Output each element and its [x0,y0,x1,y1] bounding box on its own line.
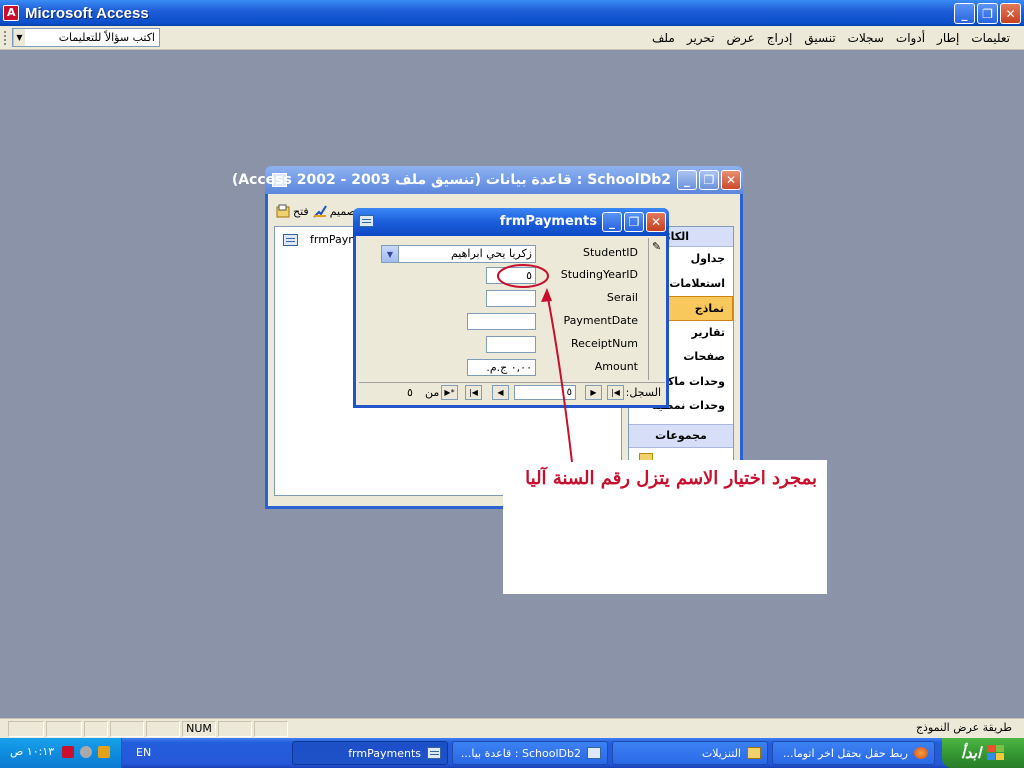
menu-window[interactable]: إطار [931,31,965,45]
start-button[interactable]: ابدأ [942,738,1024,768]
form-window: frmPayments _ ❐ ✕ ✎ StudentID ▼ زكريا يح… [353,208,669,408]
amount-field[interactable]: ٠,٠٠ ج.م.‏ [467,359,536,376]
paymentdate-field[interactable] [467,313,536,330]
status-cell [254,721,288,737]
ask-question-box[interactable]: ▼ اكتب سؤالاً للتعليمات [12,28,160,47]
chevron-down-icon[interactable]: ▼ [382,246,399,262]
menu-view[interactable]: عرض [721,31,761,45]
status-cell [46,721,82,737]
receiptnum-label: ReceiptNum [571,337,638,350]
status-cell [84,721,108,737]
record-label: السجل: [625,386,661,399]
serail-label: Serail [606,291,638,304]
minimize-button[interactable]: _ [954,3,975,24]
pencil-icon: ✎ [652,240,662,253]
menu-insert[interactable]: إدراج [761,31,799,45]
record-count: ٥ [407,386,413,399]
taskbar-item-label: التنزيلات [701,746,741,760]
num-lock-indicator: NUM [182,721,216,737]
record-of-label: من [425,386,440,399]
taskbar-item-frmpayments[interactable]: frmPayments [292,741,448,765]
status-cell [110,721,144,737]
form-icon [427,747,441,759]
amount-label: Amount [594,360,638,373]
database-window-title: SchoolDb2 : قاعدة بيانات (تنسيق ملف Acce… [231,172,671,188]
menu-bar: ▼ اكتب سؤالاً للتعليمات ملف تحرير عرض إد… [0,26,1024,50]
menu-file[interactable]: ملف [646,31,681,45]
tray-app-icon[interactable] [98,746,110,758]
db-maximize-button[interactable]: ❐ [699,170,719,190]
previous-record-button[interactable]: ▶ [585,385,602,400]
firefox-icon [914,747,928,759]
folder-icon [747,747,761,759]
open-button[interactable]: فتح [276,204,309,218]
record-navigation-bar: السجل: |◀ ▶ ٥ ◀ |◀ ▶* من ٥ [359,382,665,402]
next-record-button[interactable]: ◀ [492,385,509,400]
taskbar: ابدأ ربط حقل بحقل اخر اتوما... التنزيلات… [0,738,1024,768]
menu-records[interactable]: سجلات [842,31,890,45]
menu-help[interactable]: تعليمات [965,31,1016,45]
status-text: طريقة عرض النموذج [915,721,1012,734]
studingyearid-field[interactable]: ٥ [486,267,536,284]
groups-header[interactable]: مجموعات [629,424,733,448]
form-close-button[interactable]: ✕ [646,212,666,232]
clock[interactable]: ١٠:١٣ ص [10,745,54,758]
database-window-title-bar[interactable]: SchoolDb2 : قاعدة بيانات (تنسيق ملف Acce… [232,166,743,194]
shield-icon[interactable] [62,746,74,758]
receiptnum-field[interactable] [486,336,536,353]
status-cell [218,721,252,737]
menu-edit[interactable]: تحرير [681,31,721,45]
ask-question-input[interactable]: اكتب سؤالاً للتعليمات [25,31,159,44]
callout-text: بمجرد اختيار الاسم يتزل رقم السنة آليا [525,468,817,489]
taskbar-item-label: ربط حقل بحقل اخر اتوما... [782,746,908,760]
annotation-callout: بمجرد اختيار الاسم يتزل رقم السنة آليا [503,460,827,594]
taskbar-item-firefox[interactable]: ربط حقل بحقل اخر اتوما... [772,741,935,765]
db-minimize-button[interactable]: _ [677,170,697,190]
app-title-bar[interactable]: Microsoft Access _ ❐ ✕ [0,0,1024,26]
menu-format[interactable]: تنسيق [798,31,841,45]
windows-logo-icon [987,745,1005,761]
taskbar-item-downloads[interactable]: التنزيلات [612,741,768,765]
form-icon [359,215,374,227]
start-label: ابدأ [960,744,982,762]
studingyearid-label: StudingYearID [560,268,638,281]
database-icon [587,747,601,759]
system-tray: ١٠:١٣ ص [0,738,122,768]
current-record-input[interactable]: ٥ [514,385,576,400]
close-button[interactable]: ✕ [1000,3,1021,24]
status-cell [8,721,44,737]
taskbar-item-label: frmPayments [348,746,421,760]
design-icon [312,205,327,218]
restore-button[interactable]: ❐ [977,3,998,24]
form-icon [283,233,298,246]
database-toolbar: فتح تصميم [276,202,359,220]
form-maximize-button[interactable]: ❐ [624,212,644,232]
status-cell [146,721,180,737]
taskbar-item-database[interactable]: SchoolDb2 : قاعدة بيا... [452,741,608,765]
menu-tools[interactable]: أدوات [890,31,931,45]
open-icon [276,204,290,218]
new-record-button[interactable]: ▶* [441,385,458,400]
language-indicator[interactable]: EN [136,746,151,759]
last-record-button[interactable]: |◀ [465,385,482,400]
network-icon[interactable] [80,746,92,758]
studentid-combo[interactable]: ▼ زكريا يحي ابراهيم [381,245,536,263]
status-bar: طريقة عرض النموذج NUM [0,718,1024,738]
studentid-label: StudentID [582,246,638,259]
chevron-down-icon[interactable]: ▼ [13,29,25,46]
taskbar-item-label: SchoolDb2 : قاعدة بيا... [460,746,581,760]
first-record-button[interactable]: |◀ [607,385,624,400]
serail-field[interactable] [486,290,536,307]
studentid-value[interactable]: زكريا يحي ابراهيم [399,246,535,262]
paymentdate-label: PaymentDate [563,314,638,327]
record-selector[interactable]: ✎ [648,238,664,380]
form-title-bar[interactable]: frmPayments _ ❐ ✕ [353,208,669,236]
access-app-icon[interactable] [3,5,19,21]
toolbar-grip[interactable] [4,31,7,45]
db-close-button[interactable]: ✕ [721,170,741,190]
form-title: frmPayments [499,214,597,229]
open-label: فتح [293,204,309,218]
form-minimize-button[interactable]: _ [602,212,622,232]
app-title: Microsoft Access [25,4,149,22]
